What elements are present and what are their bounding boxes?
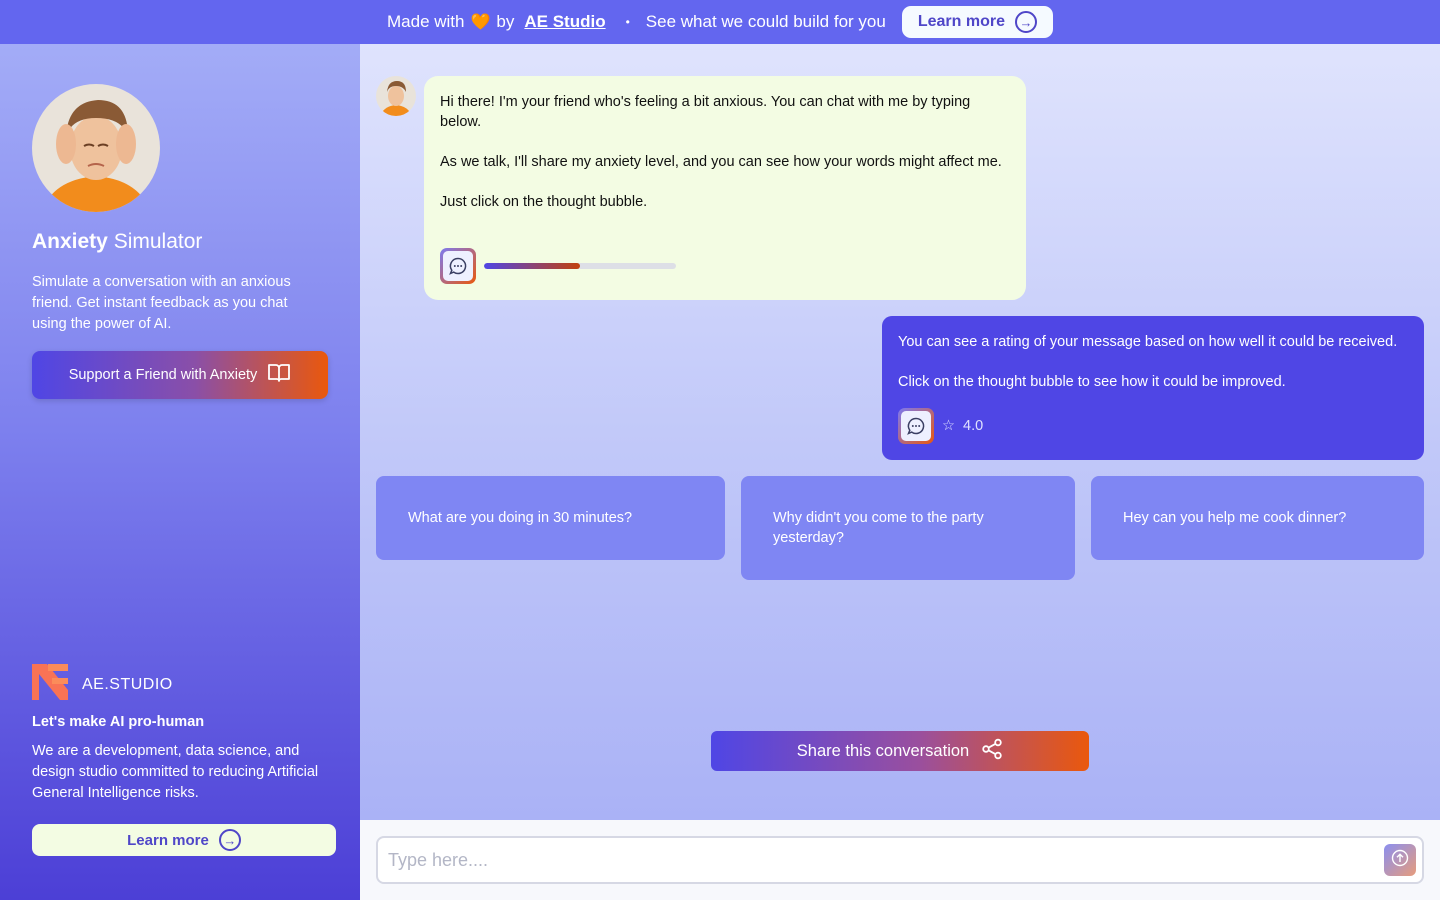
sidebar: Anxiety Simulator Simulate a conversatio…: [0, 44, 360, 900]
app-description: Simulate a conversation with an anxious …: [32, 274, 291, 332]
by-label: by: [496, 12, 515, 31]
bot-message-line: As we talk, I'll share my anxiety level,…: [440, 154, 1002, 170]
banner-learn-more-label: Learn more: [917, 13, 1005, 30]
open-book-icon: [267, 363, 291, 387]
promo-banner: Made with 🧡 by AE Studio • See what we c…: [0, 0, 1440, 44]
suggestion-card[interactable]: Why didn't you come to the party yesterd…: [741, 476, 1075, 580]
user-message-line: You can see a rating of your message bas…: [898, 334, 1398, 350]
anxiety-level-fill: [484, 263, 580, 269]
share-conversation-button[interactable]: Share this conversation: [711, 731, 1089, 771]
anxious-friend-avatar: [32, 84, 160, 212]
app-title-bold: Anxiety: [32, 230, 108, 253]
user-message-line: Click on the thought bubble to see how i…: [898, 374, 1286, 390]
rating-value: 4.0: [963, 418, 984, 434]
support-friend-label: Support a Friend with Anxiety: [68, 367, 258, 383]
share-conversation-label: Share this conversation: [796, 741, 970, 760]
bot-avatar: [376, 76, 416, 116]
separator-dot: •: [625, 15, 630, 29]
arrow-right-circle-icon: →: [1014, 11, 1037, 33]
ae-logo-text: AE.STUDIO: [82, 675, 173, 693]
support-friend-button[interactable]: Support a Friend with Anxiety: [32, 351, 328, 399]
suggestion-card[interactable]: What are you doing in 30 minutes?: [376, 476, 725, 560]
message-input[interactable]: [376, 836, 1424, 884]
banner-learn-more-button[interactable]: Learn more →: [901, 6, 1053, 38]
pitch-text: See what we could build for you: [645, 12, 886, 31]
share-icon: [981, 738, 1003, 765]
made-with-text: Made with 🧡 by: [387, 12, 514, 32]
sidebar-learn-more-label: Learn more: [127, 831, 209, 849]
made-with-label: Made with: [387, 12, 465, 31]
bot-message-line: Hi there! I'm your friend who's feeling …: [440, 94, 971, 130]
bot-message-meta: [440, 248, 676, 284]
arrow-up-circle-icon: [1391, 849, 1409, 872]
arrow-right-circle-icon: →: [218, 829, 241, 851]
message-rating: ☆ 4.0: [942, 416, 983, 436]
composer: [360, 820, 1440, 900]
bot-message-bubble: Hi there! I'm your friend who's feeling …: [424, 76, 1026, 300]
thought-bubble-icon: [901, 411, 931, 441]
sidebar-learn-more-button[interactable]: Learn more →: [32, 824, 336, 856]
tagline: Let's make AI pro-human: [32, 714, 205, 730]
user-thought-bubble-button[interactable]: [898, 408, 934, 444]
star-icon: ☆: [942, 418, 955, 434]
app-title-light: Simulator: [113, 230, 203, 253]
about-text: We are a development, data science, and …: [32, 743, 319, 801]
ae-studio-logo: AE.STUDIO: [32, 664, 173, 705]
brand-link[interactable]: AE Studio: [524, 12, 605, 32]
user-message-meta: ☆ 4.0: [898, 408, 983, 444]
ae-logo-mark-icon: [32, 664, 68, 705]
chat-area: Hi there! I'm your friend who's feeling …: [360, 44, 1440, 820]
heart-icon: 🧡: [470, 14, 491, 31]
bot-message-line: Just click on the thought bubble.: [440, 194, 648, 210]
app-title: Anxiety Simulator: [32, 230, 202, 254]
user-message-bubble: You can see a rating of your message bas…: [882, 316, 1424, 460]
suggestion-card[interactable]: Hey can you help me cook dinner?: [1091, 476, 1424, 560]
send-button[interactable]: [1384, 844, 1416, 876]
bot-thought-bubble-button[interactable]: [440, 248, 476, 284]
thought-bubble-icon: [443, 251, 473, 281]
anxiety-level-meter: [484, 263, 676, 269]
